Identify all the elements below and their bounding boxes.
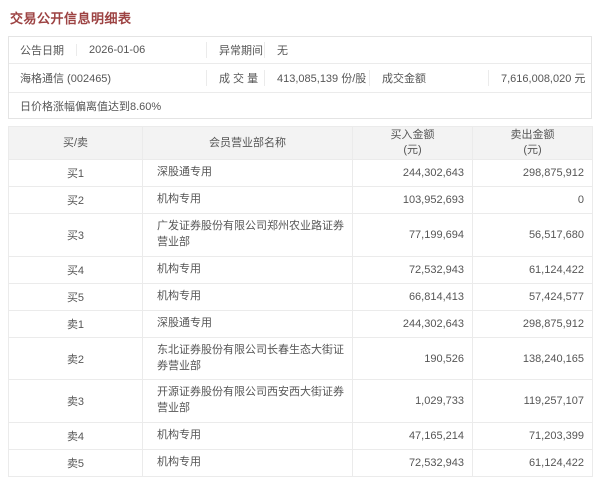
lhb-detail-page: 交易公开信息明细表 公告日期 2026-01-06 异常期间 无 海格通信 (0… xyxy=(0,0,600,477)
header-sell-amount-title: 卖出金额 xyxy=(473,128,592,143)
row-sell-amount: 57,424,577 xyxy=(473,283,593,310)
header-buy-amount-title: 买入金额 xyxy=(353,128,472,143)
row-branch-name: 机构专用 xyxy=(143,283,353,310)
info-row-deviation: 日价格涨幅偏离值达到8.60% xyxy=(9,93,591,118)
header-branch: 会员营业部名称 xyxy=(143,127,353,160)
abnormal-period-label: 异常期间 xyxy=(206,42,264,58)
summary-info-box: 公告日期 2026-01-06 异常期间 无 海格通信 (002465) 成 交… xyxy=(8,36,592,119)
row-branch-name: 深股通专用 xyxy=(143,310,353,337)
row-side-label: 卖2 xyxy=(9,337,143,380)
abnormal-period-value: 无 xyxy=(264,42,591,58)
row-side-label: 卖4 xyxy=(9,423,143,450)
turnover-value: 7,616,008,020 元 xyxy=(488,70,591,86)
stock-name-code: 海格通信 (002465) xyxy=(9,70,206,86)
header-buy-amount: 买入金额 (元) xyxy=(353,127,473,160)
row-sell-amount: 119,257,107 xyxy=(473,380,593,423)
row-buy-amount: 66,814,413 xyxy=(353,283,473,310)
row-sell-amount: 71,203,399 xyxy=(473,423,593,450)
table-row: 买1 深股通专用 244,302,643 298,875,912 xyxy=(9,160,593,187)
volume-value: 413,085,139 份/股 xyxy=(264,70,369,86)
info-row-date: 公告日期 2026-01-06 异常期间 无 xyxy=(9,37,591,64)
row-buy-amount: 47,165,214 xyxy=(353,423,473,450)
row-sell-amount: 61,124,422 xyxy=(473,256,593,283)
row-sell-amount: 0 xyxy=(473,186,593,213)
row-branch-name: 机构专用 xyxy=(143,186,353,213)
row-side-label: 买5 xyxy=(9,283,143,310)
row-branch-name: 东北证券股份有限公司长春生态大街证券营业部 xyxy=(143,337,353,380)
table-row: 卖4 机构专用 47,165,214 71,203,399 xyxy=(9,423,593,450)
deviation-note: 日价格涨幅偏离值达到8.60% xyxy=(9,98,591,114)
row-branch-name: 机构专用 xyxy=(143,450,353,477)
header-sell-amount: 卖出金额 (元) xyxy=(473,127,593,160)
volume-label: 成 交 量 xyxy=(206,70,264,86)
announce-date-label: 公告日期 xyxy=(9,42,76,58)
table-row: 卖5 机构专用 72,532,943 61,124,422 xyxy=(9,450,593,477)
turnover-label: 成交金额 xyxy=(369,70,488,86)
row-branch-name: 深股通专用 xyxy=(143,160,353,187)
row-buy-amount: 190,526 xyxy=(353,337,473,380)
table-row: 买5 机构专用 66,814,413 57,424,577 xyxy=(9,283,593,310)
row-buy-amount: 72,532,943 xyxy=(353,256,473,283)
row-side-label: 卖5 xyxy=(9,450,143,477)
table-row: 卖1 深股通专用 244,302,643 298,875,912 xyxy=(9,310,593,337)
row-side-label: 买1 xyxy=(9,160,143,187)
info-row-volume: 海格通信 (002465) 成 交 量 413,085,139 份/股 成交金额… xyxy=(9,64,591,93)
row-buy-amount: 244,302,643 xyxy=(353,310,473,337)
row-side-label: 卖3 xyxy=(9,380,143,423)
row-buy-amount: 103,952,693 xyxy=(353,186,473,213)
row-sell-amount: 298,875,912 xyxy=(473,310,593,337)
row-branch-name: 广发证券股份有限公司郑州农业路证券营业部 xyxy=(143,213,353,256)
header-sell-amount-unit: (元) xyxy=(473,143,592,158)
row-side-label: 买4 xyxy=(9,256,143,283)
row-sell-amount: 61,124,422 xyxy=(473,450,593,477)
table-row: 卖2 东北证券股份有限公司长春生态大街证券营业部 190,526 138,240… xyxy=(9,337,593,380)
header-side: 买/卖 xyxy=(9,127,143,160)
table-row: 卖3 开源证券股份有限公司西安西大街证券营业部 1,029,733 119,25… xyxy=(9,380,593,423)
table-row: 买2 机构专用 103,952,693 0 xyxy=(9,186,593,213)
page-title: 交易公开信息明细表 xyxy=(8,6,592,36)
row-side-label: 买3 xyxy=(9,213,143,256)
row-buy-amount: 77,199,694 xyxy=(353,213,473,256)
header-buy-amount-unit: (元) xyxy=(353,143,472,158)
table-row: 买4 机构专用 72,532,943 61,124,422 xyxy=(9,256,593,283)
row-buy-amount: 72,532,943 xyxy=(353,450,473,477)
row-side-label: 卖1 xyxy=(9,310,143,337)
row-sell-amount: 56,517,680 xyxy=(473,213,593,256)
row-branch-name: 机构专用 xyxy=(143,256,353,283)
table-row: 买3 广发证券股份有限公司郑州农业路证券营业部 77,199,694 56,51… xyxy=(9,213,593,256)
announce-date-value: 2026-01-06 xyxy=(76,44,206,56)
row-sell-amount: 298,875,912 xyxy=(473,160,593,187)
row-branch-name: 开源证券股份有限公司西安西大街证券营业部 xyxy=(143,380,353,423)
row-sell-amount: 138,240,165 xyxy=(473,337,593,380)
broker-branch-table: 买/卖 会员营业部名称 买入金额 (元) 卖出金额 (元) 买1 深股通专用 2… xyxy=(8,126,593,477)
table-header-row: 买/卖 会员营业部名称 买入金额 (元) 卖出金额 (元) xyxy=(9,127,593,160)
row-side-label: 买2 xyxy=(9,186,143,213)
row-buy-amount: 244,302,643 xyxy=(353,160,473,187)
row-branch-name: 机构专用 xyxy=(143,423,353,450)
row-buy-amount: 1,029,733 xyxy=(353,380,473,423)
